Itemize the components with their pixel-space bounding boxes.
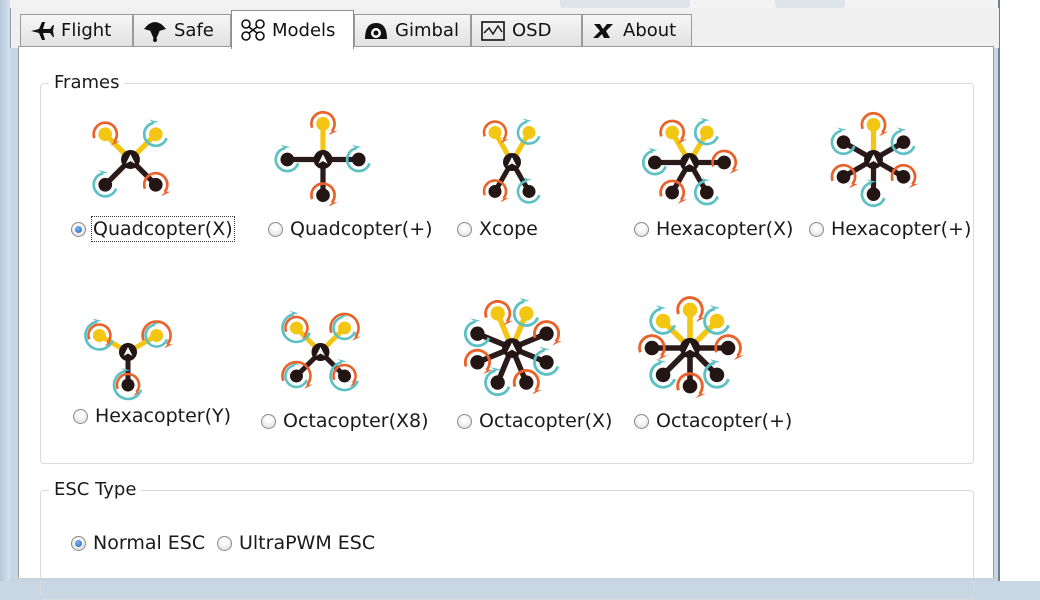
- tab-label: OSD: [512, 20, 552, 41]
- frame-radio-row[interactable]: Quadcopter(+): [268, 218, 433, 240]
- esc-option-label: UltraPWM ESC: [239, 532, 376, 554]
- radio-button[interactable]: [71, 535, 86, 551]
- hexacopter-y-frame-icon: [84, 318, 173, 401]
- octacopter-x-frame-icon: [463, 297, 563, 397]
- tab-label: About: [623, 20, 677, 41]
- esc-normal-option[interactable]: Normal ESC: [71, 532, 205, 554]
- tab-gimbal[interactable]: Gimbal: [354, 14, 471, 46]
- tab-models[interactable]: Models: [231, 10, 354, 49]
- tab-safe[interactable]: Safe: [133, 14, 231, 46]
- frame-hexacopter-x[interactable]: Hexacopter(X): [634, 107, 809, 242]
- frame-octacopter-plus[interactable]: Octacopter(+): [634, 292, 814, 432]
- octacopter-x8-frame-icon: [281, 310, 361, 392]
- radio-button[interactable]: [634, 413, 649, 429]
- frame-radio-row[interactable]: Octacopter(X): [457, 410, 612, 432]
- frame-label: Octacopter(+): [656, 410, 793, 432]
- radio-button[interactable]: [268, 221, 283, 237]
- frame-radio-row[interactable]: Xcope: [457, 218, 538, 240]
- quadcopter-plus-frame-icon: [274, 110, 371, 207]
- plane-icon: [29, 19, 55, 43]
- gimbal-icon: [363, 19, 389, 43]
- frame-radio-row[interactable]: Hexacopter(Y): [73, 405, 231, 427]
- tab-osd[interactable]: OSD: [471, 14, 582, 46]
- frame-radio-row[interactable]: Quadcopter(X): [71, 216, 235, 242]
- quadcopter-icon: [240, 18, 266, 42]
- hexacopter-plus-frame-icon: [830, 111, 919, 208]
- frame-label: Octacopter(X): [479, 410, 613, 432]
- radio-button[interactable]: [217, 535, 232, 551]
- frame-quadcopter-plus[interactable]: Quadcopter(+): [268, 107, 448, 242]
- radio-button[interactable]: [71, 221, 86, 237]
- esc-group-title: ESC Type: [49, 479, 142, 500]
- radio-button[interactable]: [457, 221, 472, 237]
- frame-hexacopter-y[interactable]: Hexacopter(Y): [73, 302, 253, 437]
- tab-label: Gimbal: [395, 20, 459, 41]
- frame-radio-row[interactable]: Hexacopter(X): [634, 218, 793, 240]
- radio-button[interactable]: [261, 413, 276, 429]
- tab-label: Models: [272, 19, 336, 41]
- radio-button[interactable]: [634, 221, 649, 237]
- title-bar-fragment: [775, 0, 845, 8]
- xcope-frame-icon: [482, 118, 541, 204]
- frame-radio-row[interactable]: Octacopter(X8): [261, 410, 429, 432]
- esc-ultrapwm-option[interactable]: UltraPWM ESC: [217, 532, 375, 554]
- tab-strip: Flight Safe Models Gimbal OSD About: [10, 8, 999, 49]
- window-right-border: [998, 0, 1040, 581]
- frame-radio-row[interactable]: Hexacopter(+): [809, 218, 971, 240]
- frame-label: Octacopter(X8): [283, 410, 429, 432]
- frame-xcope[interactable]: Xcope: [457, 107, 597, 242]
- radio-button[interactable]: [73, 408, 88, 424]
- frame-hexacopter-plus[interactable]: Hexacopter(+): [809, 107, 989, 242]
- frame-label: Quadcopter(+): [290, 218, 433, 240]
- models-panel: Frames Quadcopter(X) Quadcopter(+) Xcope…: [18, 46, 994, 600]
- frame-label: Hexacopter(Y): [95, 405, 232, 427]
- osd-icon: [480, 19, 506, 43]
- frames-group-title: Frames: [49, 72, 125, 93]
- frame-octacopter-x[interactable]: Octacopter(X): [457, 292, 637, 432]
- frame-radio-row[interactable]: Octacopter(+): [634, 410, 792, 432]
- tab-flight[interactable]: Flight: [20, 14, 133, 46]
- esc-option-label: Normal ESC: [93, 532, 206, 554]
- frame-label: Hexacopter(+): [831, 218, 972, 240]
- frame-octacopter-x8[interactable]: Octacopter(X8): [261, 302, 441, 437]
- parachute-icon: [142, 19, 168, 43]
- frame-label: Quadcopter(X): [91, 216, 235, 242]
- frame-label: Hexacopter(X): [656, 218, 794, 240]
- octacopter-plus-frame-icon: [638, 296, 744, 399]
- tab-label: Flight: [61, 20, 112, 41]
- title-bar-fragment: [560, 0, 690, 8]
- tab-about[interactable]: About: [582, 14, 692, 46]
- frame-label: Xcope: [479, 218, 538, 240]
- window-left-border: [0, 0, 10, 581]
- about-logo-icon: [591, 19, 617, 43]
- tab-label: Safe: [174, 20, 214, 41]
- hexacopter-x-frame-icon: [641, 117, 739, 206]
- radio-button[interactable]: [457, 413, 472, 429]
- radio-button[interactable]: [809, 221, 824, 237]
- frame-quadcopter-x[interactable]: Quadcopter(X): [71, 107, 251, 242]
- quadcopter-x-frame-icon: [92, 119, 171, 198]
